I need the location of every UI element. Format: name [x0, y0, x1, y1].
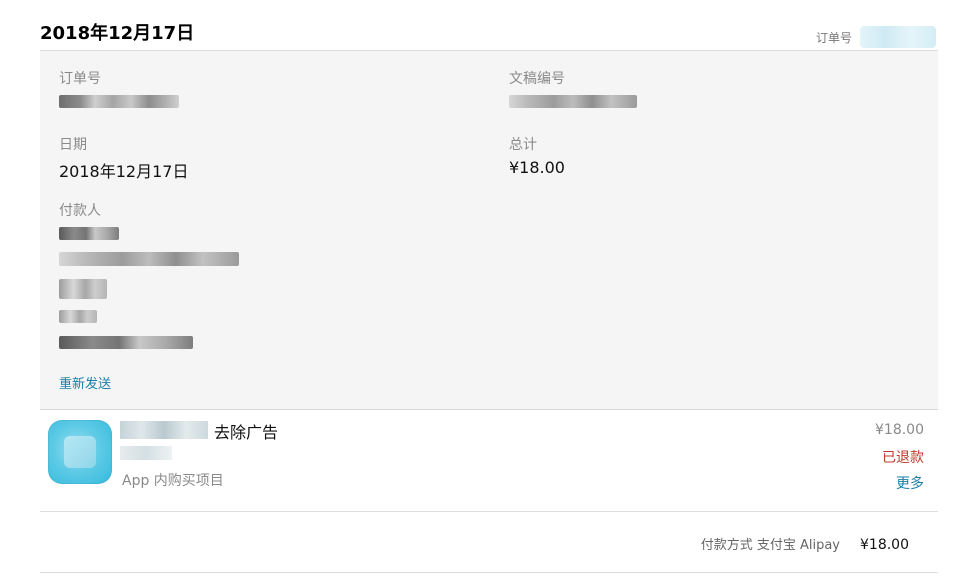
refund-status-badge: 已退款: [882, 450, 924, 466]
redacted-payer-line-4: [59, 310, 97, 323]
receipt-date-heading: 2018年12月17日: [40, 23, 195, 44]
more-link[interactable]: 更多: [896, 473, 924, 493]
redacted-payer-line-3: [59, 279, 107, 299]
redacted-order-number-value: [59, 95, 179, 108]
order-number-header-label: 订单号: [815, 30, 852, 45]
redacted-payer-line-5: [59, 336, 193, 349]
total-label: 总计: [509, 137, 537, 153]
date-label: 日期: [59, 137, 87, 153]
order-number-header: 订单号: [816, 26, 936, 48]
footer-total: ¥18.00: [860, 537, 909, 553]
payer-label: 付款人: [59, 203, 101, 219]
order-number-label: 订单号: [59, 71, 101, 87]
redacted-payer-line-1: [59, 227, 119, 240]
app-icon: [48, 420, 112, 484]
item-divider: [40, 511, 938, 512]
item-kind: App 内购买项目: [122, 473, 224, 489]
item-price: ¥18.00: [875, 422, 924, 438]
footer-divider: [40, 572, 938, 573]
redacted-document-number-value: [509, 95, 637, 108]
payment-method: 付款方式 支付宝 Alipay: [700, 538, 840, 553]
total-value: ¥18.00: [509, 158, 565, 177]
redacted-payer-line-2: [59, 252, 239, 266]
purchase-item-row: 去除广告 App 内购买项目 ¥18.00 已退款 更多: [40, 411, 938, 511]
redacted-app-name: [120, 421, 208, 439]
item-title: 去除广告: [214, 423, 279, 442]
redacted-app-developer: [120, 446, 172, 460]
document-number-label: 文稿编号: [509, 71, 565, 87]
resend-link[interactable]: 重新发送: [59, 373, 111, 392]
receipt-summary-panel: 订单号 文稿编号 日期 2018年12月17日 总计 ¥18.00 付款人 重新…: [40, 50, 938, 410]
payment-footer: 付款方式 支付宝 Alipay ¥18.00: [701, 534, 909, 553]
date-value: 2018年12月17日: [59, 162, 189, 181]
redacted-order-number: [860, 26, 936, 48]
